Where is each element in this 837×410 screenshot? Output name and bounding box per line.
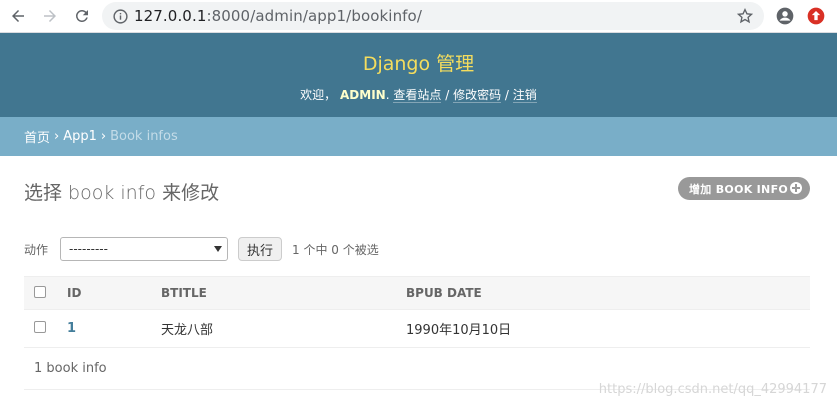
address-bar[interactable]: 127.0.0.1:8000/admin/app1/bookinfo/ [102,2,764,30]
separator: / [445,88,450,102]
bookmark-star-icon[interactable] [736,7,754,25]
update-arrow-icon [807,7,825,25]
browser-toolbar: 127.0.0.1:8000/admin/app1/bookinfo/ [0,0,837,33]
profile-button[interactable] [774,5,796,27]
url-text[interactable]: 127.0.0.1:8000/admin/app1/bookinfo/ [134,7,422,25]
select-all-header [24,276,58,310]
add-button-label: 增加 BOOK INFO [689,182,789,196]
results-table: ID BTITLE BPUB DATE 1 天龙八部 1990年10月10日 [24,276,810,348]
forward-button[interactable] [34,0,66,33]
url-host: 127.0.0.1 [134,7,207,25]
add-book-info-button[interactable]: 增加 BOOK INFO [678,177,810,200]
select-all-checkbox[interactable] [34,285,46,298]
change-password-link[interactable]: 修改密码 [453,88,502,103]
view-site-link[interactable]: 查看站点 [393,88,442,103]
breadcrumb-home[interactable]: 首页 [24,127,50,146]
column-header-id[interactable]: ID [58,276,161,310]
reload-button[interactable] [66,0,98,33]
btitle-cell: 天龙八部 [161,309,406,348]
page-title: 选择 book info 来修改 [24,182,220,204]
username: ADMIN [340,88,386,102]
account-icon [776,7,794,25]
back-button[interactable] [2,0,34,33]
plus-icon [790,182,802,194]
bpub-date-cell: 1990年10月10日 [406,309,810,348]
back-arrow-icon [12,10,24,22]
breadcrumb: 首页 › App1 › Book infos [0,117,837,156]
run-action-button[interactable]: 执行 [238,237,283,261]
table-row: 1 天龙八部 1990年10月10日 [24,309,810,348]
column-header-btitle[interactable]: BTITLE [161,276,406,310]
action-select[interactable]: --------- [60,237,228,261]
breadcrumb-app[interactable]: App1 [63,129,97,144]
admin-header: Django 管理 欢迎， ADMIN. 查看站点 / 修改密码 / 注销 [0,33,837,117]
table-header-row: ID BTITLE BPUB DATE [24,276,810,310]
site-branding[interactable]: Django 管理 [0,49,837,76]
logout-link[interactable]: 注销 [512,88,537,103]
selection-count: 1 个中 0 个被选 [292,242,379,257]
action-label: 动作 [24,242,49,257]
url-path: :8000/admin/app1/bookinfo/ [206,7,422,25]
reload-icon [75,9,88,22]
welcome-text: 欢迎， [300,88,337,102]
breadcrumb-current: Book infos [110,129,178,144]
separator: / [504,88,509,102]
column-header-bpub-date[interactable]: BPUB DATE [406,276,810,310]
user-tools: 欢迎， ADMIN. 查看站点 / 修改密码 / 注销 [300,88,537,103]
breadcrumb-separator: › [54,129,60,144]
info-icon[interactable] [106,2,134,30]
dropdown-arrow-icon [214,246,222,252]
row-id-link[interactable]: 1 [67,321,76,336]
watermark: https://blog.csdn.net/qq_42994177 [598,382,827,397]
row-checkbox-cell [24,309,58,348]
update-button[interactable] [805,5,827,27]
breadcrumb-separator: › [100,129,107,144]
row-checkbox[interactable] [34,320,46,333]
id-cell: 1 [58,309,161,348]
action-select-value: --------- [69,242,108,256]
actions-bar: 动作 --------- 执行 1 个中 0 个被选 [24,236,810,262]
forward-arrow-icon [44,10,56,22]
